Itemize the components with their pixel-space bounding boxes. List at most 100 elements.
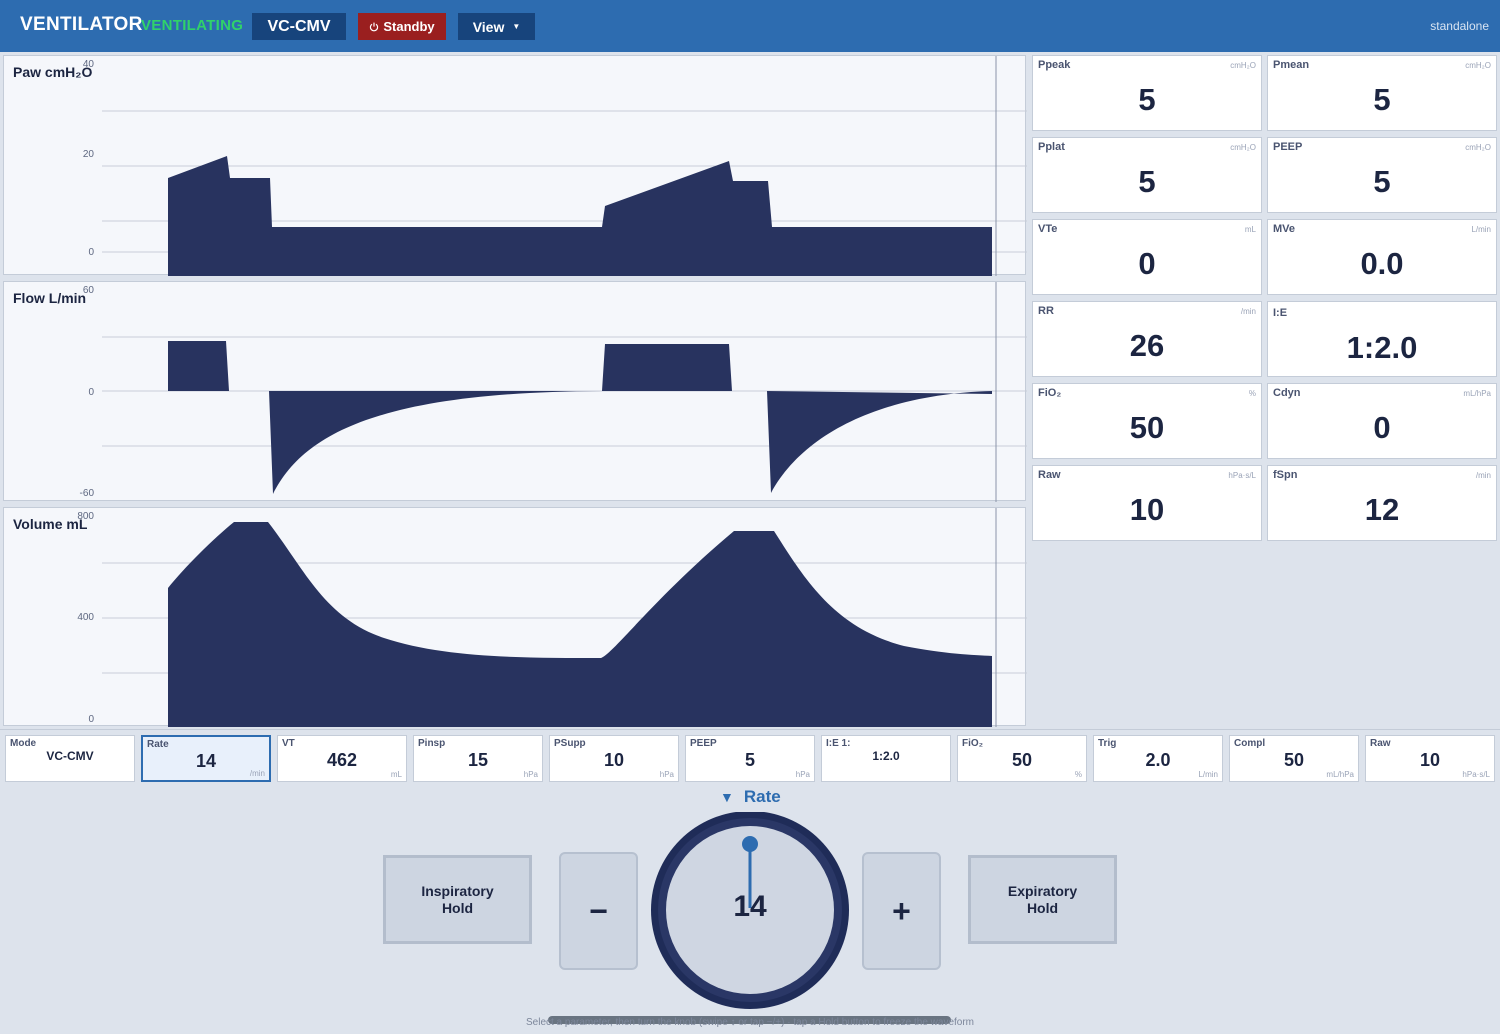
flow-inspiratory-trace xyxy=(168,341,732,391)
metric-name: I:E xyxy=(1273,307,1288,319)
setting-compl[interactable]: Compl 50 mL/hPa xyxy=(1229,735,1359,782)
metric-cdyn: Cdyn mL/hPa 0 xyxy=(1267,383,1497,459)
metric-name: MVe xyxy=(1273,223,1296,235)
paw-waveform-trace xyxy=(168,156,992,276)
metric-unit: mL/hPa xyxy=(1463,389,1491,398)
setting-vt[interactable]: VT 462 mL xyxy=(277,735,407,782)
metric-mve: MVe L/min 0.0 xyxy=(1267,219,1497,295)
metric-peep: PEEP cmH₂O 5 xyxy=(1267,137,1497,213)
top-bar: VENTILATOR VENTILATING VC-CMV Standby Vi… xyxy=(0,0,1500,52)
setting-name: FiO₂ xyxy=(962,738,984,749)
setting-pinsp[interactable]: Pinsp 15 hPa xyxy=(413,735,543,782)
view-label: View xyxy=(472,18,505,35)
metric-fio2: FiO₂ % 50 xyxy=(1032,383,1262,459)
minus-icon: − xyxy=(589,892,608,929)
standby-label: Standby xyxy=(383,19,435,34)
setting-value: 5 xyxy=(744,750,755,770)
selected-parameter-label: ▼ Rate xyxy=(720,787,781,807)
settings-divider xyxy=(0,729,1500,730)
flow-waveform-panel: 60 0 -60 Flow L/min xyxy=(3,281,1027,502)
metric-unit: L/min xyxy=(1471,225,1491,234)
metric-value: 5 xyxy=(1373,164,1391,199)
setting-value: 50 xyxy=(1011,750,1033,770)
flow-expiratory-trace xyxy=(269,391,992,494)
increment-button[interactable]: + xyxy=(862,852,941,970)
flow-tick-min: -60 xyxy=(80,488,95,499)
metric-name: Ppeak xyxy=(1038,59,1071,71)
setting-raw[interactable]: Raw 10 hPa·s/L xyxy=(1365,735,1495,782)
setting-name: Compl xyxy=(1234,738,1266,749)
metric-unit: mL xyxy=(1244,225,1256,234)
setting-unit: L/min xyxy=(1198,770,1218,779)
metric-pplat: Pplat cmH₂O 5 xyxy=(1032,137,1262,213)
metric-fspn: fSpn /min 12 xyxy=(1267,465,1497,541)
setting-name: Trig xyxy=(1098,738,1117,749)
setting-value: 2.0 xyxy=(1145,750,1171,770)
instruction-hint: Select a parameter, then turn the knob (… xyxy=(525,1017,975,1028)
expiratory-hold-button[interactable]: Expiratory Hold xyxy=(968,855,1117,944)
metric-rr: RR /min 26 xyxy=(1032,301,1262,377)
volume-waveform-panel: 800 400 0 Volume mL xyxy=(3,507,1027,727)
volume-tick-min: 0 xyxy=(88,714,94,725)
setting-name: VT xyxy=(282,738,295,749)
metric-value: 5 xyxy=(1138,82,1156,117)
metric-name: FiO₂ xyxy=(1038,387,1062,399)
caret-down-icon: ▼ xyxy=(512,22,521,31)
setting-value: VC-CMV xyxy=(46,749,94,763)
volume-waveform-chart: 800 400 0 xyxy=(77,508,1027,727)
setting-unit: /min xyxy=(249,769,265,778)
decrement-button[interactable]: − xyxy=(559,852,638,970)
setting-psupp[interactable]: PSupp 10 hPa xyxy=(549,735,679,782)
ventilation-status: VENTILATING xyxy=(141,17,244,34)
view-menu-button[interactable]: View ▼ xyxy=(458,13,535,40)
setting-peep[interactable]: PEEP 5 hPa xyxy=(685,735,815,782)
setting-rate[interactable]: Rate 14 /min xyxy=(141,735,271,782)
setting-fio2[interactable]: FiO₂ 50 % xyxy=(957,735,1087,782)
metric-unit: cmH₂O xyxy=(1465,143,1491,152)
paw-waveform-chart: 40 20 0 xyxy=(83,56,1027,276)
power-icon xyxy=(370,22,379,31)
setting-mode[interactable]: Mode VC-CMV xyxy=(5,735,135,782)
metric-ie-ratio: I:E 1:2.0 xyxy=(1267,301,1497,377)
connection-mode: standalone xyxy=(1430,19,1489,33)
metric-value: 0.0 xyxy=(1360,246,1404,281)
metric-unit: /min xyxy=(1240,307,1256,316)
setting-unit: hPa·s/L xyxy=(1462,770,1490,779)
setting-name: Pinsp xyxy=(418,738,446,749)
paw-label: Paw cmH₂O xyxy=(13,64,93,80)
setting-value: 15 xyxy=(467,750,489,770)
setting-trig[interactable]: Trig 2.0 L/min xyxy=(1093,735,1223,782)
mode-button[interactable]: VC-CMV xyxy=(252,13,346,40)
metric-unit: % xyxy=(1248,389,1256,398)
knob-indicator-dot xyxy=(742,836,758,852)
metric-name: fSpn xyxy=(1273,469,1298,481)
standby-button[interactable]: Standby xyxy=(358,13,446,40)
setting-name: Raw xyxy=(1370,738,1391,749)
knob-value: 14 xyxy=(733,890,767,923)
setting-unit: hPa xyxy=(523,770,538,779)
setting-unit: % xyxy=(1074,770,1082,779)
flow-label: Flow L/min xyxy=(13,290,87,306)
setting-value: 1:2.0 xyxy=(872,749,900,763)
metric-value: 1:2.0 xyxy=(1346,330,1418,365)
metric-value: 5 xyxy=(1138,164,1156,199)
metric-value: 0 xyxy=(1373,410,1391,445)
app-title: VENTILATOR xyxy=(20,14,143,35)
metric-name: Pplat xyxy=(1038,141,1065,153)
plus-icon: + xyxy=(892,892,911,929)
volume-tick-mid: 400 xyxy=(77,612,94,623)
metric-name: Raw xyxy=(1038,469,1061,481)
volume-label: Volume mL xyxy=(13,516,88,532)
metric-unit: hPa·s/L xyxy=(1228,471,1256,480)
setting-ie-ratio[interactable]: I:E 1: 1:2.0 xyxy=(821,735,951,782)
selected-parameter-name: Rate xyxy=(743,787,781,806)
metric-value: 5 xyxy=(1373,82,1391,117)
setting-value: 50 xyxy=(1283,750,1305,770)
setting-name: Mode xyxy=(10,738,37,749)
setting-value: 462 xyxy=(326,750,358,770)
metric-name: Pmean xyxy=(1273,59,1310,71)
flow-tick-zero: 0 xyxy=(88,387,94,398)
paw-tick-min: 0 xyxy=(88,247,94,258)
inspiratory-hold-button[interactable]: Inspiratory Hold xyxy=(383,855,532,944)
flow-waveform-chart: 60 0 -60 xyxy=(80,282,1027,502)
